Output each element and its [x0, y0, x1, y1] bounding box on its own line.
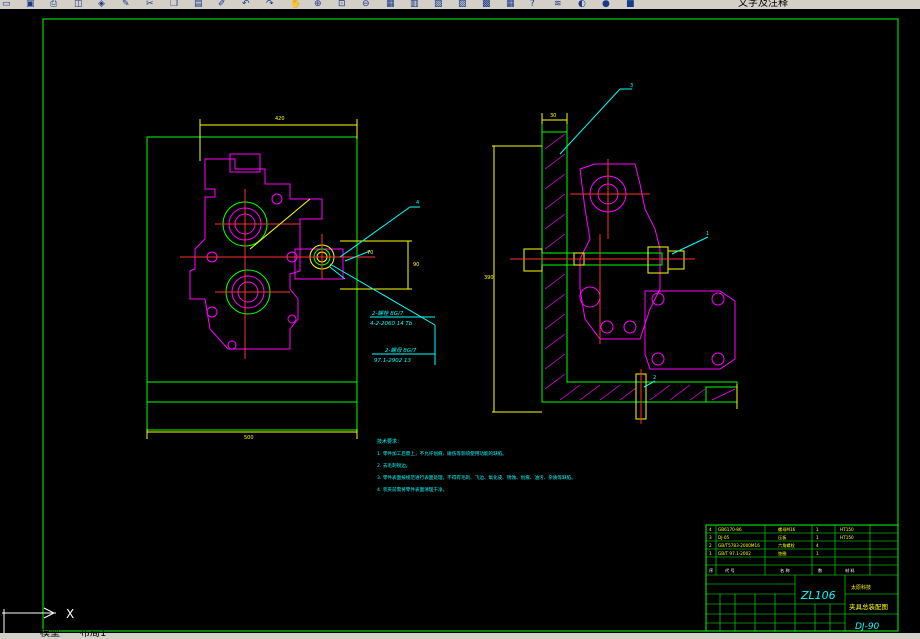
dim-height-small: 90	[413, 262, 419, 268]
pan-icon[interactable]: ✋	[290, 0, 301, 9]
drawing-canvas[interactable]: 420 500 90 70 390 30 4 3 1 2 2-螺栓 8G/7 4…	[0, 9, 920, 633]
leader-label-3: 3	[630, 83, 633, 89]
copy-icon[interactable]: ❐	[170, 0, 178, 9]
drawing-name: 夹具总装配图	[849, 602, 888, 611]
properties-icon[interactable]: ▦	[386, 0, 395, 9]
designcenter-icon[interactable]: ▥	[410, 0, 419, 9]
tb-h-c5: 材 料	[845, 567, 856, 574]
tech-note-3: 3. 零件表面按规范进行表面处理，不得有毛刺、飞边、氧化皮、锈蚀、划痕、油污、杂…	[377, 474, 576, 481]
drawing-number: DJ-90	[855, 622, 880, 632]
leader-label-4: 4	[416, 200, 419, 206]
tb-r1-c4: 1	[816, 527, 819, 532]
match-icon[interactable]: ✐	[218, 0, 226, 9]
tb-r4-c4: 1	[816, 551, 819, 556]
layer-icon[interactable]: ≋	[554, 0, 562, 9]
drawing-border	[42, 18, 899, 632]
tb-r2-c4: 1	[816, 535, 819, 540]
new-icon[interactable]: ▭	[2, 0, 11, 9]
tb-r2-c3: 压板	[778, 534, 787, 541]
company-name: 太原科技	[851, 584, 871, 591]
save-icon[interactable]: ▣	[26, 0, 35, 9]
plot-icon[interactable]: ✎	[122, 0, 130, 9]
sheetset-icon[interactable]: ▨	[458, 0, 467, 9]
tb-h-c4: 数	[818, 567, 823, 574]
tb-r1-c3: 螺母M16	[778, 526, 796, 533]
tb-h-c1: 序	[709, 567, 713, 574]
markup-icon[interactable]: ▩	[482, 0, 491, 9]
callout-nut-std: 97.1-2902 13	[374, 358, 411, 364]
tb-r3-c4: 4	[816, 543, 819, 548]
preview-icon[interactable]: ◫	[74, 0, 83, 9]
leader-label-2: 2	[653, 375, 656, 381]
help-icon[interactable]: ?	[530, 0, 535, 9]
tb-r3-c2: GB/T5783-2000M16	[718, 543, 760, 548]
layer-state-icon[interactable]: ◐	[578, 0, 586, 9]
ucs-icon: X	[2, 607, 74, 633]
callout-bolt-std: 4-2-2060 14 Tb	[370, 321, 413, 327]
layer-color-icon[interactable]: ■	[626, 0, 635, 9]
zoom-realtime-icon[interactable]: ⊕	[314, 0, 322, 9]
layer-dropdown[interactable]: 文字及注释	[738, 0, 788, 9]
tb-r4-c1: 1	[709, 551, 712, 556]
dim-offset: 70	[367, 250, 373, 256]
zoom-previous-icon[interactable]: ⊖	[362, 0, 370, 9]
leader-label-1: 1	[706, 231, 709, 237]
tab-model[interactable]: 模型	[40, 629, 60, 639]
undo-icon[interactable]: ↶	[242, 0, 250, 9]
tb-r3-c1: 2	[709, 543, 712, 548]
tech-note-4: 4. 装夹前需将零件表面清理干净。	[377, 486, 447, 493]
part-code: ZL106	[800, 589, 836, 602]
calc-icon[interactable]: ▦	[506, 0, 515, 9]
title-block: 4 GB6170-86 螺母M16 1 HT150 3 DJ-05 压板 1 H…	[705, 524, 899, 632]
side-view	[492, 88, 738, 424]
tech-title: 技术要求：	[377, 438, 402, 445]
tech-note-1: 1. 零件加工后需上，不允许划痕、磁伤等影响使用功能的缺陷。	[377, 450, 507, 457]
tb-r2-c2: DJ-05	[718, 535, 729, 540]
color-icon[interactable]: ●	[602, 0, 610, 9]
technical-requirements: 技术要求： 1. 零件加工后需上，不允许划痕、磁伤等影响使用功能的缺陷。 2. …	[377, 438, 576, 493]
dim-width: 420	[275, 116, 285, 122]
tb-r3-c3: 六角螺栓	[778, 542, 796, 549]
print-icon[interactable]: ⎙	[50, 0, 57, 9]
callout-bolt: 2-螺栓 8G/7	[372, 310, 404, 317]
tb-h-c3: 名 称	[780, 567, 790, 574]
paste-icon[interactable]: ▤	[194, 0, 203, 9]
tb-r2-c5: HT150	[840, 535, 854, 540]
layout-tabs: 模型 布局1	[0, 629, 920, 639]
tb-r1-c2: GB6170-86	[718, 527, 742, 532]
publish-icon[interactable]: ◈	[98, 0, 105, 9]
redo-icon[interactable]: ↷	[266, 0, 274, 9]
tech-note-2: 2. 去毛刺锐边。	[377, 462, 410, 469]
standard-toolbar: ▭ ▣ ⎙ ◫ ◈ ✎ ✂ ❐ ▤ ✐ ↶ ↷ ✋ ⊕ ⊡ ⊖ ▦ ▥ ▧ ▨ ▩ ▦? ≋ ◐ ● ■ 文字及注释	[0, 0, 920, 9]
tb-h-c2: 代 号	[725, 567, 735, 574]
tb-r4-c3: 垫圈	[778, 550, 786, 557]
dim-base: 500	[244, 435, 254, 441]
tb-r4-c2: GB/T 97.1-2002	[718, 551, 751, 556]
tab-layout1[interactable]: 布局1	[80, 629, 106, 639]
zoom-window-icon[interactable]: ⊡	[338, 0, 346, 9]
cut-icon[interactable]: ✂	[146, 0, 154, 9]
tb-r1-c5: HT150	[840, 527, 854, 532]
toolpalette-icon[interactable]: ▧	[434, 0, 443, 9]
tb-r2-c1: 3	[709, 535, 712, 540]
tb-r1-c1: 4	[709, 527, 712, 532]
front-view	[146, 119, 436, 439]
dim-plate-thick: 30	[550, 113, 556, 119]
callout-nut: 2-螺母 8G/7	[385, 347, 417, 354]
ucs-x-label: X	[66, 607, 74, 621]
dim-plate-height: 390	[484, 275, 494, 281]
